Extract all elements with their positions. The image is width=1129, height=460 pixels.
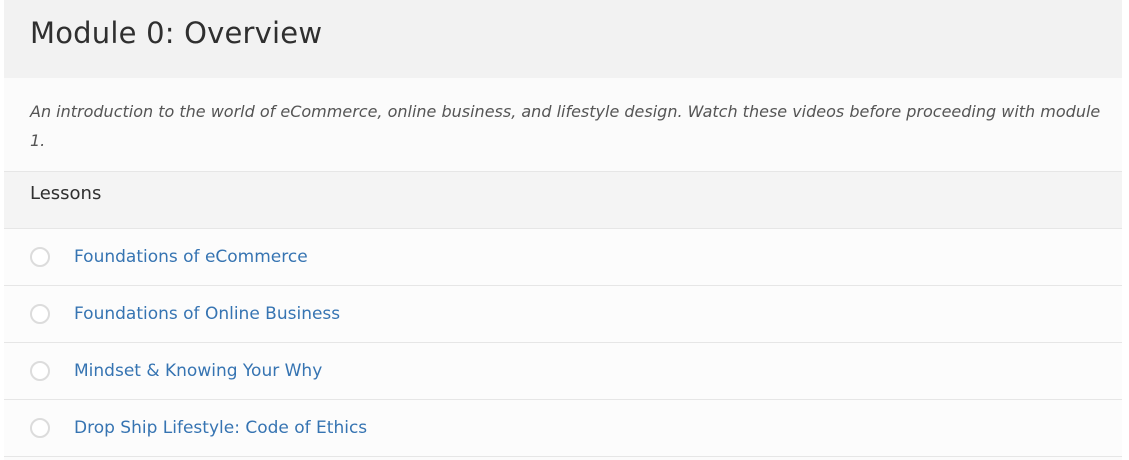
- lesson-list: Foundations of eCommerce Foundations of …: [4, 229, 1122, 457]
- lesson-link[interactable]: Foundations of Online Business: [74, 304, 340, 324]
- lesson-item-mindset-knowing-your-why[interactable]: Mindset & Knowing Your Why: [4, 343, 1122, 400]
- empty-circle-icon[interactable]: [30, 304, 50, 324]
- lesson-link[interactable]: Mindset & Knowing Your Why: [74, 361, 322, 381]
- module-description: An introduction to the world of eCommerc…: [4, 78, 1122, 172]
- module-panel: Module 0: Overview An introduction to th…: [4, 0, 1122, 460]
- lessons-heading: Lessons: [4, 172, 1122, 229]
- lesson-item-foundations-of-online-business[interactable]: Foundations of Online Business: [4, 286, 1122, 343]
- module-title: Module 0: Overview: [30, 16, 323, 50]
- lesson-link[interactable]: Foundations of eCommerce: [74, 247, 308, 267]
- module-header: Module 0: Overview: [4, 0, 1122, 78]
- empty-circle-icon[interactable]: [30, 418, 50, 438]
- lesson-item-code-of-ethics[interactable]: Drop Ship Lifestyle: Code of Ethics: [4, 400, 1122, 457]
- empty-circle-icon[interactable]: [30, 361, 50, 381]
- empty-circle-icon[interactable]: [30, 247, 50, 267]
- lesson-link[interactable]: Drop Ship Lifestyle: Code of Ethics: [74, 418, 367, 438]
- lesson-item-foundations-of-ecommerce[interactable]: Foundations of eCommerce: [4, 229, 1122, 286]
